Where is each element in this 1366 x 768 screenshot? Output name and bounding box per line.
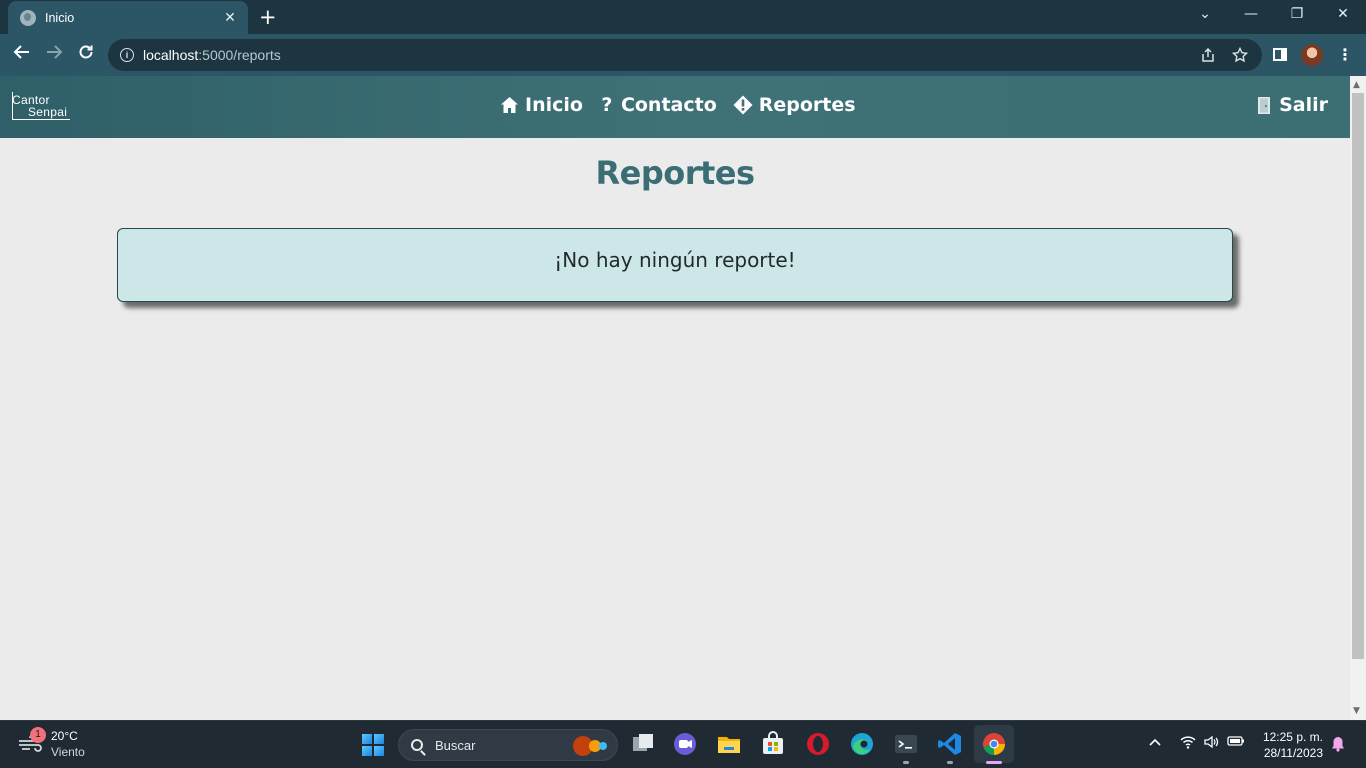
search-highlight-icon <box>573 736 607 756</box>
windows-taskbar: 1 20°C Viento Buscar 12:25 p. m. 28/11/2… <box>0 720 1366 768</box>
vscode-running-indicator <box>947 761 953 764</box>
page-scrollbar[interactable]: ▲ ▼ <box>1350 76 1366 720</box>
star-icon[interactable] <box>1231 46 1249 67</box>
forward-button[interactable] <box>42 43 66 67</box>
logo-text-line2: Senpai <box>28 105 68 119</box>
taskbar-clock-date[interactable]: 28/11/2023 <box>1264 746 1323 760</box>
share-icon[interactable] <box>1200 47 1216 67</box>
task-view-icon[interactable] <box>630 731 656 757</box>
taskbar-clock-time[interactable]: 12:25 p. m. <box>1263 730 1323 744</box>
terminal-icon[interactable] <box>893 731 919 757</box>
nav-label-contacto: Contacto <box>620 94 717 116</box>
taskbar-search[interactable]: Buscar <box>398 729 618 761</box>
url-host: localhost <box>143 47 199 63</box>
browser-tab-active[interactable]: Inicio ✕ <box>8 1 248 34</box>
page-viewport: Cantor Senpai Inicio ? Contacto Reportes <box>0 76 1350 720</box>
windows-start-icon[interactable] <box>362 734 384 756</box>
weather-description[interactable]: Viento <box>51 745 85 759</box>
reload-icon <box>79 45 93 59</box>
question-icon: ? <box>601 94 613 116</box>
info-icon[interactable]: i <box>120 48 134 62</box>
maximize-button[interactable]: ❐ <box>1284 4 1310 24</box>
chrome-browser-icon[interactable] <box>981 731 1007 757</box>
search-icon <box>411 739 423 751</box>
tab-search-button[interactable]: ⌄ <box>1192 4 1218 24</box>
chrome-active-indicator <box>986 761 1002 764</box>
nav-label-reportes: Reportes <box>758 94 856 116</box>
scrollbar-thumb[interactable] <box>1352 93 1364 659</box>
empty-reports-card: ¡No hay ningún reporte! <box>117 228 1233 302</box>
notification-bell-icon[interactable] <box>1331 736 1345 752</box>
teams-chat-icon[interactable] <box>672 731 698 757</box>
empty-reports-message: ¡No hay ningún reporte! <box>554 248 796 272</box>
site-navbar: Cantor Senpai Inicio ? Contacto Reportes <box>0 76 1350 138</box>
tab-close-button[interactable]: ✕ <box>222 10 238 26</box>
url-path: :5000/reports <box>198 47 281 63</box>
site-logo[interactable]: Cantor Senpai <box>12 90 74 126</box>
warning-diamond-icon <box>733 95 753 115</box>
page-title: Reportes <box>595 154 755 192</box>
new-tab-button[interactable]: + <box>259 5 277 29</box>
reload-button[interactable] <box>74 43 98 67</box>
wifi-icon[interactable] <box>1180 735 1196 755</box>
terminal-running-indicator <box>903 761 909 764</box>
search-placeholder: Buscar <box>435 737 476 753</box>
globe-icon <box>20 9 36 26</box>
browser-toolbar: i localhost:5000/reports ⋮ <box>0 34 1366 76</box>
more-menu-icon[interactable]: ⋮ <box>1337 44 1353 66</box>
chevron-up-icon[interactable] <box>1149 735 1161 753</box>
scroll-up-icon[interactable]: ▲ <box>1353 80 1360 90</box>
opera-browser-icon[interactable] <box>805 731 831 757</box>
nav-link-reportes[interactable]: Reportes <box>733 94 856 116</box>
side-panel-icon[interactable] <box>1273 48 1287 61</box>
tab-title: Inicio <box>45 10 75 25</box>
vscode-icon[interactable] <box>937 731 963 757</box>
main-menu: Inicio ? Contacto Reportes <box>500 94 856 116</box>
arrow-right-icon <box>47 45 63 59</box>
browser-tabstrip: Inicio ✕ + ⌄ — ❐ ✕ <box>0 0 1366 34</box>
microsoft-store-icon[interactable] <box>760 731 786 757</box>
battery-icon[interactable] <box>1227 735 1245 753</box>
profile-avatar[interactable] <box>1301 44 1323 66</box>
arrow-left-icon <box>13 45 29 59</box>
logout-label: Salir <box>1279 94 1328 116</box>
door-icon <box>1256 96 1272 115</box>
nav-link-inicio[interactable]: Inicio <box>500 94 583 116</box>
edge-browser-icon[interactable] <box>849 731 875 757</box>
logout-link[interactable]: Salir <box>1256 94 1328 116</box>
nav-label-inicio: Inicio <box>525 94 583 116</box>
weather-badge: 1 <box>30 727 46 743</box>
home-icon <box>500 96 519 114</box>
scroll-down-icon[interactable]: ▼ <box>1353 706 1360 716</box>
nav-link-contacto[interactable]: ? Contacto <box>599 94 717 116</box>
file-explorer-icon[interactable] <box>716 731 742 757</box>
close-window-button[interactable]: ✕ <box>1330 4 1356 24</box>
back-button[interactable] <box>10 43 34 67</box>
address-bar[interactable]: i localhost:5000/reports <box>108 39 1262 71</box>
minimize-button[interactable]: — <box>1238 4 1264 24</box>
weather-temperature[interactable]: 20°C <box>51 729 78 743</box>
volume-icon[interactable] <box>1203 735 1219 755</box>
